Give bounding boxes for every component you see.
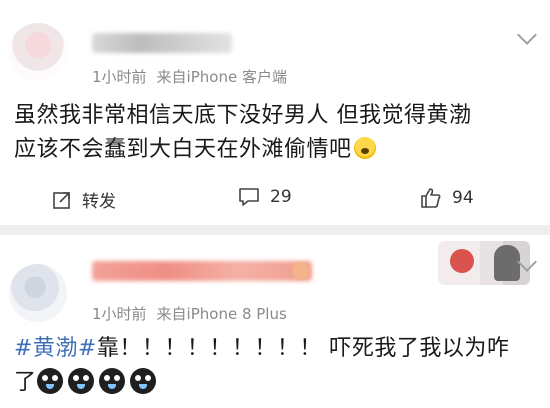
card-thumbnail[interactable] (438, 241, 530, 285)
chevron-down-icon[interactable] (517, 25, 537, 45)
badge-logo-icon (450, 249, 474, 273)
post-meta: 1小时前 来自iPhone 8 Plus (92, 303, 287, 324)
like-button[interactable]: 94 (420, 187, 474, 209)
username-blurred[interactable] (92, 33, 232, 53)
scared-emoji-icon (353, 137, 376, 159)
post-meta: 1小时前 来自iPhone 客户端 (92, 66, 287, 87)
post-text-line-1: 靠！！！！！！！！！ 吓死我了我以为咋 (96, 336, 510, 361)
post-text-line-2: 应该不会蠢到大白天在外滩偷情吧 (14, 137, 352, 162)
like-icon (420, 187, 442, 209)
crying-emoji-icon (36, 368, 63, 394)
crying-emoji-icon (98, 368, 125, 394)
username-blurred[interactable] (92, 261, 312, 281)
comment-count: 29 (270, 187, 292, 207)
post-source: 来自iPhone 8 Plus (156, 305, 287, 323)
post-content: #黄渤#靠！！！！！！！！！ 吓死我了我以为咋 了 (14, 332, 534, 400)
hashtag-link[interactable]: #黄渤# (14, 336, 97, 361)
action-bar: 转发 29 94 (0, 185, 550, 219)
post-time: 1小时前 (92, 68, 147, 86)
crying-emoji-icon (129, 368, 156, 394)
avatar[interactable] (9, 23, 67, 81)
post-divider (0, 225, 550, 235)
post-content: 虽然我非常相信天底下没好男人 但我觉得黄渤 应该不会蠢到大白天在外滩偷情吧 (14, 99, 534, 167)
post-source: 来自iPhone 客户端 (156, 68, 287, 86)
post-text-line-1: 虽然我非常相信天底下没好男人 但我觉得黄渤 (14, 103, 472, 128)
repost-label: 转发 (82, 192, 116, 212)
post-2: 1小时前 来自iPhone 8 Plus #黄渤#靠！！！！！！！！！ 吓死我了我… (0, 235, 550, 408)
repost-button[interactable]: 转发 (52, 187, 116, 212)
comment-button[interactable]: 29 (238, 187, 292, 207)
avatar[interactable] (9, 264, 67, 322)
comment-icon (238, 187, 260, 207)
repost-icon (52, 190, 72, 210)
like-count: 94 (452, 188, 474, 208)
post-1: 1小时前 来自iPhone 客户端 虽然我非常相信天底下没好男人 但我觉得黄渤 应… (0, 0, 550, 225)
user-badge-icon (292, 262, 310, 280)
post-text-line-2: 了 (14, 370, 37, 395)
person-silhouette-icon (494, 245, 520, 281)
crying-emoji-icon (67, 368, 94, 394)
post-time: 1小时前 (92, 305, 147, 323)
